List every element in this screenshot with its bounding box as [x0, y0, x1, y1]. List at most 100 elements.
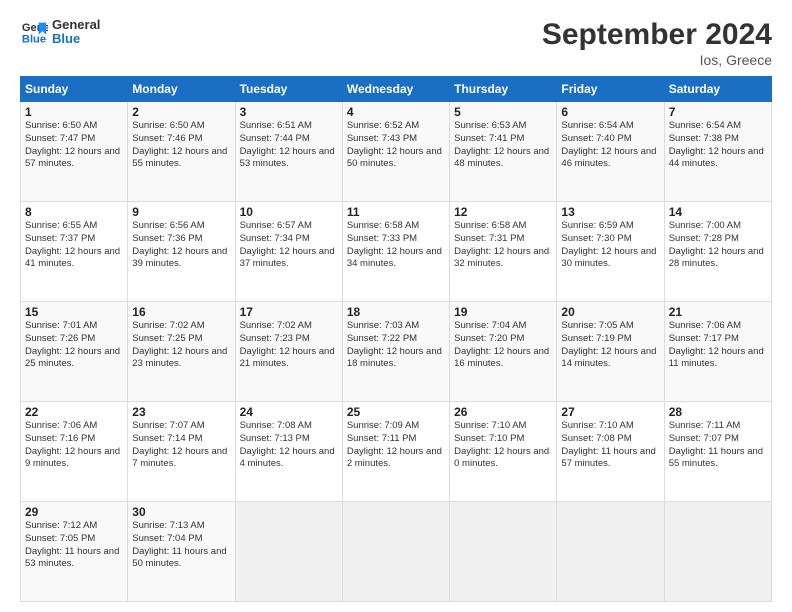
- calendar-cell: [664, 502, 771, 602]
- calendar-cell: 10Sunrise: 6:57 AM Sunset: 7:34 PM Dayli…: [235, 202, 342, 302]
- location: Ios, Greece: [542, 52, 772, 68]
- calendar-cell: [450, 502, 557, 602]
- day-number: 25: [347, 405, 445, 419]
- day-info: Sunrise: 7:02 AM Sunset: 7:25 PM Dayligh…: [132, 320, 230, 371]
- calendar-cell: 19Sunrise: 7:04 AM Sunset: 7:20 PM Dayli…: [450, 302, 557, 402]
- calendar-cell: 17Sunrise: 7:02 AM Sunset: 7:23 PM Dayli…: [235, 302, 342, 402]
- day-info: Sunrise: 7:04 AM Sunset: 7:20 PM Dayligh…: [454, 320, 552, 371]
- day-number: 10: [240, 205, 338, 219]
- day-number: 7: [669, 105, 767, 119]
- day-info: Sunrise: 6:54 AM Sunset: 7:38 PM Dayligh…: [669, 120, 767, 171]
- day-number: 5: [454, 105, 552, 119]
- day-number: 6: [561, 105, 659, 119]
- day-info: Sunrise: 6:55 AM Sunset: 7:37 PM Dayligh…: [25, 220, 123, 271]
- calendar-cell: [342, 502, 449, 602]
- day-number: 3: [240, 105, 338, 119]
- calendar-cell: 11Sunrise: 6:58 AM Sunset: 7:33 PM Dayli…: [342, 202, 449, 302]
- day-info: Sunrise: 6:52 AM Sunset: 7:43 PM Dayligh…: [347, 120, 445, 171]
- day-number: 30: [132, 505, 230, 519]
- day-info: Sunrise: 7:02 AM Sunset: 7:23 PM Dayligh…: [240, 320, 338, 371]
- logo-icon: General Blue: [20, 18, 48, 46]
- calendar-cell: 12Sunrise: 6:58 AM Sunset: 7:31 PM Dayli…: [450, 202, 557, 302]
- day-number: 23: [132, 405, 230, 419]
- calendar-cell: 29Sunrise: 7:12 AM Sunset: 7:05 PM Dayli…: [21, 502, 128, 602]
- calendar-cell: 26Sunrise: 7:10 AM Sunset: 7:10 PM Dayli…: [450, 402, 557, 502]
- calendar-cell: 20Sunrise: 7:05 AM Sunset: 7:19 PM Dayli…: [557, 302, 664, 402]
- day-info: Sunrise: 7:05 AM Sunset: 7:19 PM Dayligh…: [561, 320, 659, 371]
- calendar-cell: 1Sunrise: 6:50 AM Sunset: 7:47 PM Daylig…: [21, 102, 128, 202]
- title-block: September 2024 Ios, Greece: [542, 18, 772, 68]
- day-info: Sunrise: 6:56 AM Sunset: 7:36 PM Dayligh…: [132, 220, 230, 271]
- day-number: 15: [25, 305, 123, 319]
- day-number: 12: [454, 205, 552, 219]
- day-number: 17: [240, 305, 338, 319]
- calendar-cell: 14Sunrise: 7:00 AM Sunset: 7:28 PM Dayli…: [664, 202, 771, 302]
- col-header-sunday: Sunday: [21, 77, 128, 102]
- day-info: Sunrise: 7:13 AM Sunset: 7:04 PM Dayligh…: [132, 520, 230, 571]
- calendar-cell: 22Sunrise: 7:06 AM Sunset: 7:16 PM Dayli…: [21, 402, 128, 502]
- day-number: 29: [25, 505, 123, 519]
- day-info: Sunrise: 7:00 AM Sunset: 7:28 PM Dayligh…: [669, 220, 767, 271]
- day-number: 2: [132, 105, 230, 119]
- day-number: 1: [25, 105, 123, 119]
- calendar-cell: [235, 502, 342, 602]
- day-number: 4: [347, 105, 445, 119]
- day-number: 14: [669, 205, 767, 219]
- day-number: 21: [669, 305, 767, 319]
- logo: General Blue General Blue: [20, 18, 100, 47]
- col-header-friday: Friday: [557, 77, 664, 102]
- calendar-cell: 7Sunrise: 6:54 AM Sunset: 7:38 PM Daylig…: [664, 102, 771, 202]
- day-number: 18: [347, 305, 445, 319]
- calendar-cell: 3Sunrise: 6:51 AM Sunset: 7:44 PM Daylig…: [235, 102, 342, 202]
- col-header-tuesday: Tuesday: [235, 77, 342, 102]
- day-info: Sunrise: 7:06 AM Sunset: 7:16 PM Dayligh…: [25, 420, 123, 471]
- day-info: Sunrise: 6:54 AM Sunset: 7:40 PM Dayligh…: [561, 120, 659, 171]
- day-info: Sunrise: 6:50 AM Sunset: 7:47 PM Dayligh…: [25, 120, 123, 171]
- day-info: Sunrise: 7:10 AM Sunset: 7:10 PM Dayligh…: [454, 420, 552, 471]
- calendar-cell: 21Sunrise: 7:06 AM Sunset: 7:17 PM Dayli…: [664, 302, 771, 402]
- calendar-cell: 15Sunrise: 7:01 AM Sunset: 7:26 PM Dayli…: [21, 302, 128, 402]
- day-info: Sunrise: 7:06 AM Sunset: 7:17 PM Dayligh…: [669, 320, 767, 371]
- day-number: 27: [561, 405, 659, 419]
- day-number: 19: [454, 305, 552, 319]
- col-header-saturday: Saturday: [664, 77, 771, 102]
- day-number: 16: [132, 305, 230, 319]
- day-info: Sunrise: 7:12 AM Sunset: 7:05 PM Dayligh…: [25, 520, 123, 571]
- day-info: Sunrise: 6:53 AM Sunset: 7:41 PM Dayligh…: [454, 120, 552, 171]
- calendar-cell: 5Sunrise: 6:53 AM Sunset: 7:41 PM Daylig…: [450, 102, 557, 202]
- calendar-cell: 18Sunrise: 7:03 AM Sunset: 7:22 PM Dayli…: [342, 302, 449, 402]
- calendar-cell: 25Sunrise: 7:09 AM Sunset: 7:11 PM Dayli…: [342, 402, 449, 502]
- day-number: 9: [132, 205, 230, 219]
- day-number: 13: [561, 205, 659, 219]
- calendar-cell: [557, 502, 664, 602]
- day-number: 22: [25, 405, 123, 419]
- calendar-cell: 16Sunrise: 7:02 AM Sunset: 7:25 PM Dayli…: [128, 302, 235, 402]
- calendar-cell: 2Sunrise: 6:50 AM Sunset: 7:46 PM Daylig…: [128, 102, 235, 202]
- day-info: Sunrise: 7:03 AM Sunset: 7:22 PM Dayligh…: [347, 320, 445, 371]
- day-info: Sunrise: 6:58 AM Sunset: 7:33 PM Dayligh…: [347, 220, 445, 271]
- day-info: Sunrise: 6:50 AM Sunset: 7:46 PM Dayligh…: [132, 120, 230, 171]
- day-number: 26: [454, 405, 552, 419]
- day-info: Sunrise: 7:07 AM Sunset: 7:14 PM Dayligh…: [132, 420, 230, 471]
- logo-text: General Blue: [52, 18, 100, 47]
- day-info: Sunrise: 7:08 AM Sunset: 7:13 PM Dayligh…: [240, 420, 338, 471]
- day-info: Sunrise: 6:51 AM Sunset: 7:44 PM Dayligh…: [240, 120, 338, 171]
- col-header-thursday: Thursday: [450, 77, 557, 102]
- calendar-cell: 6Sunrise: 6:54 AM Sunset: 7:40 PM Daylig…: [557, 102, 664, 202]
- col-header-monday: Monday: [128, 77, 235, 102]
- calendar-cell: 9Sunrise: 6:56 AM Sunset: 7:36 PM Daylig…: [128, 202, 235, 302]
- calendar-table: SundayMondayTuesdayWednesdayThursdayFrid…: [20, 76, 772, 602]
- calendar-cell: 27Sunrise: 7:10 AM Sunset: 7:08 PM Dayli…: [557, 402, 664, 502]
- calendar-cell: 30Sunrise: 7:13 AM Sunset: 7:04 PM Dayli…: [128, 502, 235, 602]
- header: General Blue General Blue September 2024…: [20, 18, 772, 68]
- day-info: Sunrise: 6:57 AM Sunset: 7:34 PM Dayligh…: [240, 220, 338, 271]
- day-info: Sunrise: 7:10 AM Sunset: 7:08 PM Dayligh…: [561, 420, 659, 471]
- day-number: 8: [25, 205, 123, 219]
- day-number: 24: [240, 405, 338, 419]
- day-number: 28: [669, 405, 767, 419]
- calendar-cell: 13Sunrise: 6:59 AM Sunset: 7:30 PM Dayli…: [557, 202, 664, 302]
- month-title: September 2024: [542, 18, 772, 52]
- day-info: Sunrise: 7:01 AM Sunset: 7:26 PM Dayligh…: [25, 320, 123, 371]
- day-number: 20: [561, 305, 659, 319]
- col-header-wednesday: Wednesday: [342, 77, 449, 102]
